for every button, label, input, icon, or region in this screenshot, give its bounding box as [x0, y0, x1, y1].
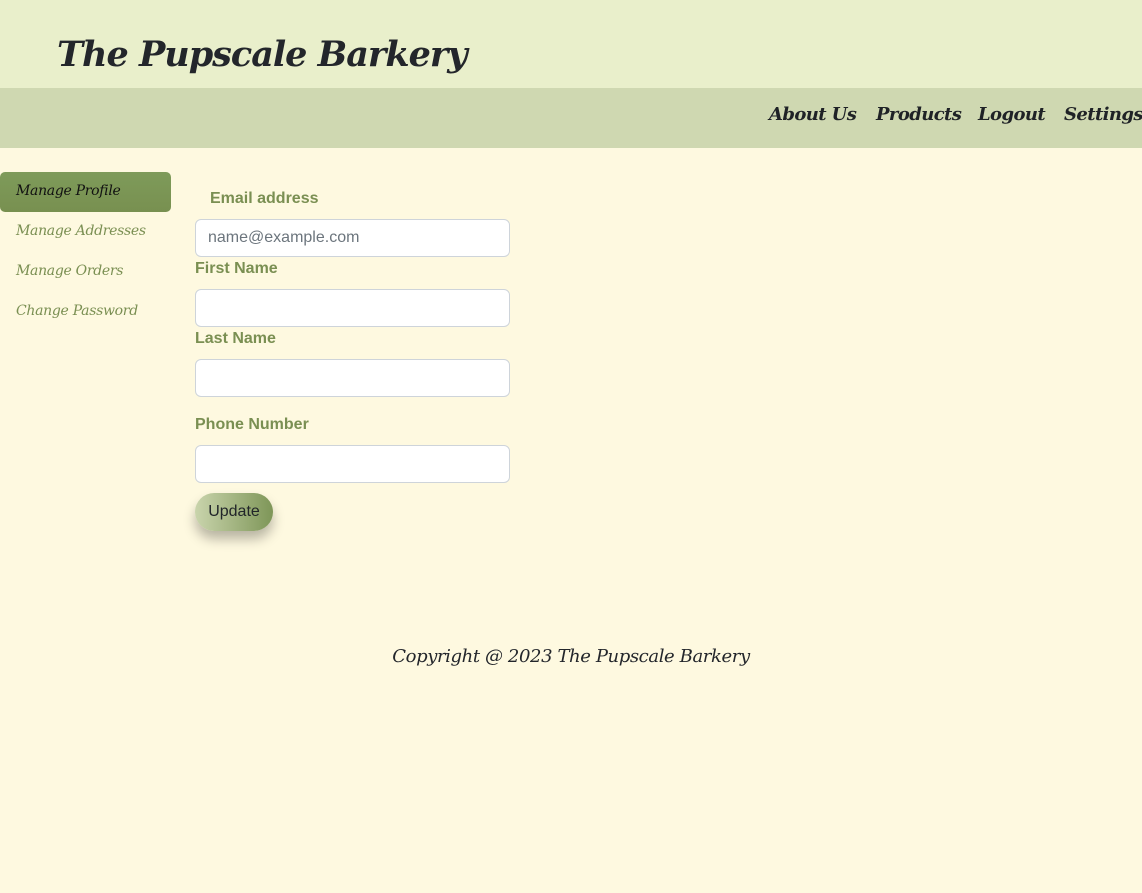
last-name-field[interactable]: [195, 359, 510, 397]
first-name-field[interactable]: [195, 289, 510, 327]
last-name-label: Last Name: [195, 330, 276, 347]
sidebar-item-manage-addresses[interactable]: Manage Addresses: [0, 212, 171, 252]
sidebar-item-change-password[interactable]: Change Password: [0, 292, 171, 332]
nav-link-about-us[interactable]: About Us: [769, 104, 857, 125]
nav-link-logout[interactable]: Logout: [978, 104, 1046, 125]
phone-number-field[interactable]: [195, 445, 510, 483]
sidebar-item-manage-profile[interactable]: Manage Profile: [0, 172, 171, 212]
sidebar-item-manage-orders[interactable]: Manage Orders: [0, 252, 171, 292]
email-label: Email address: [210, 190, 319, 207]
nav-link-settings[interactable]: Settings: [1064, 104, 1142, 125]
update-button[interactable]: Update: [195, 493, 273, 531]
nav-bar: About Us Products Logout Settings: [0, 88, 1142, 148]
site-header: The Pupscale Barkery: [0, 0, 1142, 88]
nav-link-products[interactable]: Products: [876, 104, 962, 125]
email-field[interactable]: [195, 219, 510, 257]
first-name-label: First Name: [195, 260, 278, 277]
phone-number-label: Phone Number: [195, 416, 309, 433]
site-title: The Pupscale Barkery: [57, 34, 468, 75]
footer-copyright: Copyright @ 2023 The Pupscale Barkery: [392, 646, 750, 667]
